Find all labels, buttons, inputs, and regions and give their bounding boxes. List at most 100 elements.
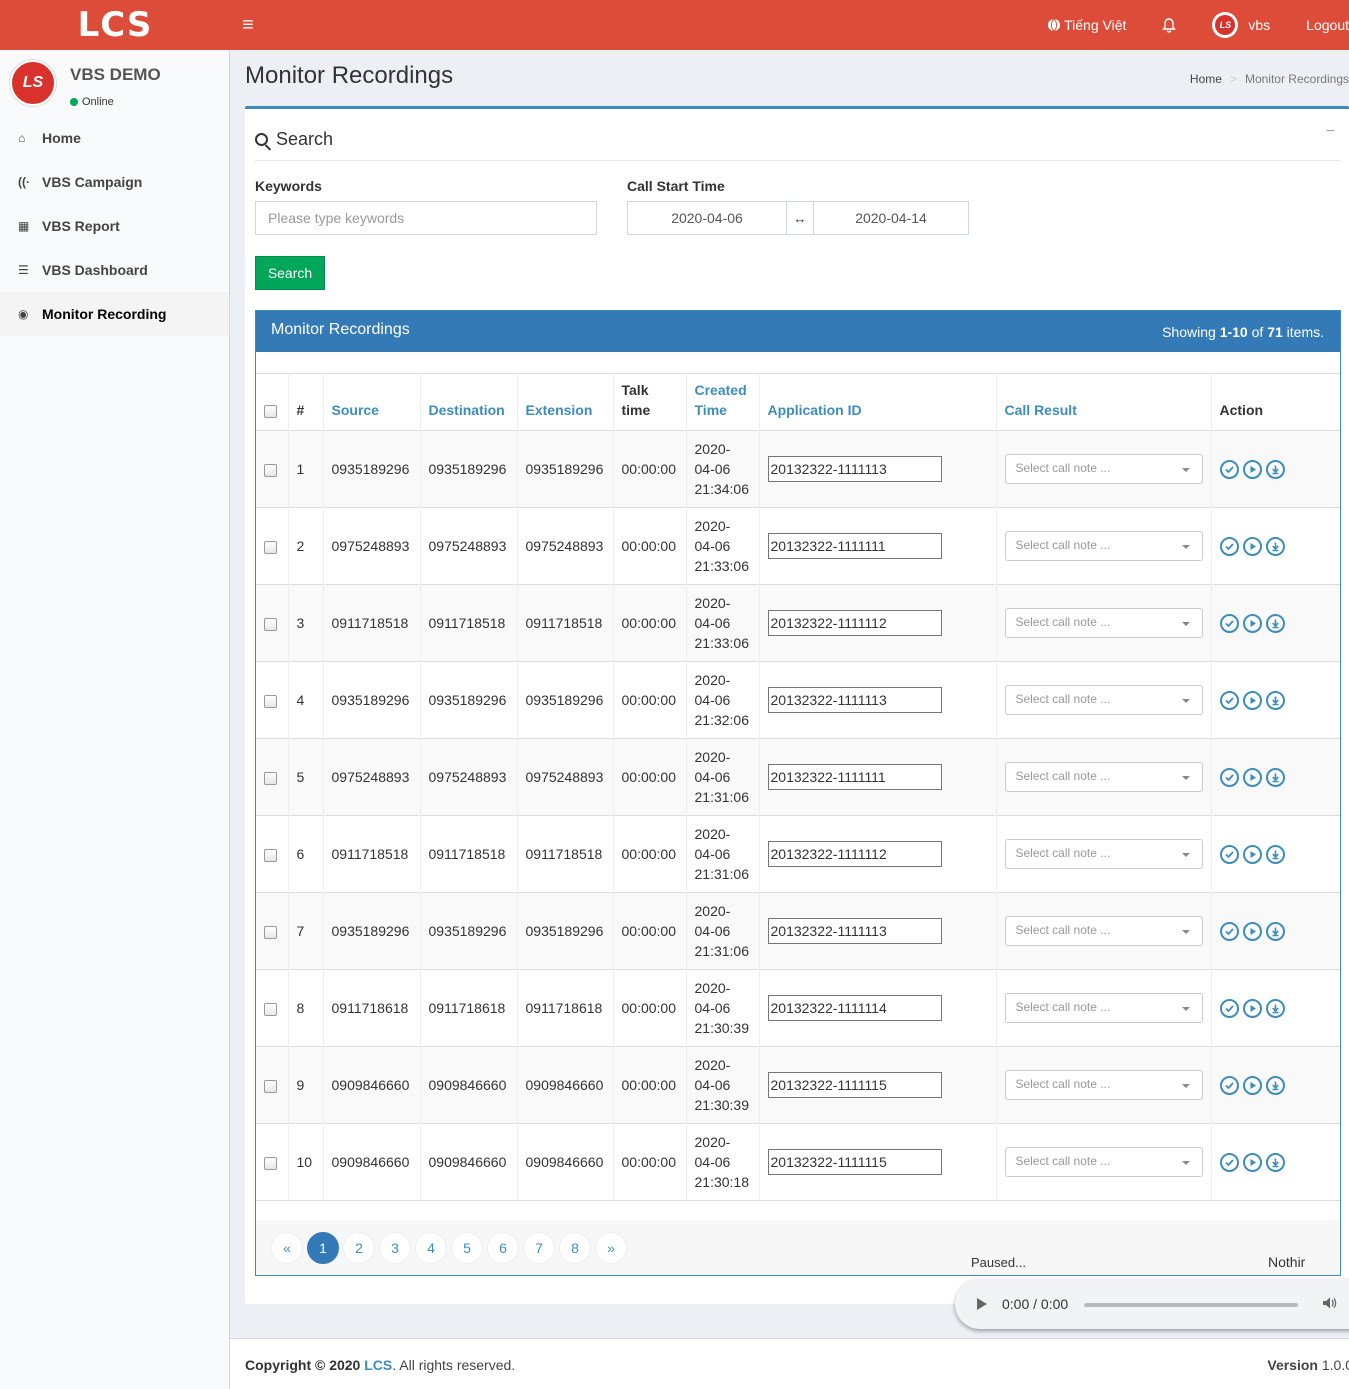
- keywords-input[interactable]: [255, 201, 597, 235]
- volume-icon[interactable]: [1321, 1295, 1337, 1311]
- play-circle-icon[interactable]: [1242, 1075, 1262, 1095]
- check-circle-icon[interactable]: [1219, 998, 1239, 1018]
- application-id-input[interactable]: [767, 764, 942, 790]
- download-circle-icon[interactable]: [1265, 613, 1285, 633]
- col-extension[interactable]: Extension: [516, 373, 613, 431]
- col-application-id[interactable]: Application ID: [758, 373, 996, 431]
- check-circle-icon[interactable]: [1219, 767, 1239, 787]
- play-circle-icon[interactable]: [1242, 921, 1262, 941]
- notifications-button[interactable]: [1144, 0, 1194, 50]
- row-checkbox[interactable]: [264, 694, 277, 708]
- search-button[interactable]: Search: [255, 256, 325, 290]
- check-circle-icon[interactable]: [1219, 613, 1239, 633]
- page-button[interactable]: 3: [379, 1232, 411, 1264]
- page-button[interactable]: 6: [487, 1232, 519, 1264]
- sidebar-item-monitor-recording[interactable]: ◉ Monitor Recording: [0, 292, 229, 336]
- application-id-input[interactable]: [767, 995, 942, 1021]
- caret-down-icon: [1181, 930, 1190, 934]
- play-icon[interactable]: [977, 1298, 987, 1310]
- play-circle-icon[interactable]: [1242, 613, 1262, 633]
- check-circle-icon[interactable]: [1219, 690, 1239, 710]
- player-progress[interactable]: [1084, 1303, 1298, 1307]
- call-note-select[interactable]: Select call note ...: [1004, 762, 1203, 792]
- col-created-time[interactable]: Created Time: [685, 373, 759, 431]
- row-checkbox[interactable]: [264, 1079, 277, 1093]
- menu-toggle-icon[interactable]: ≡: [242, 14, 254, 37]
- call-note-select[interactable]: Select call note ...: [1004, 1147, 1203, 1177]
- col-call-result[interactable]: Call Result: [995, 373, 1211, 431]
- user-menu[interactable]: LS vbs: [1194, 0, 1288, 50]
- language-switcher[interactable]: Tiếng Việt: [1030, 0, 1144, 50]
- breadcrumb-home[interactable]: Home: [1190, 72, 1222, 86]
- check-circle-icon[interactable]: [1219, 1152, 1239, 1172]
- row-checkbox[interactable]: [264, 540, 277, 554]
- play-circle-icon[interactable]: [1242, 998, 1262, 1018]
- call-note-select[interactable]: Select call note ...: [1004, 531, 1203, 561]
- application-id-input[interactable]: [767, 1149, 942, 1175]
- call-note-select[interactable]: Select call note ...: [1004, 993, 1203, 1023]
- page-button[interactable]: »: [595, 1232, 627, 1264]
- check-circle-icon[interactable]: [1219, 1075, 1239, 1095]
- collapse-button[interactable]: −: [1326, 123, 1335, 141]
- row-checkbox[interactable]: [264, 1002, 277, 1016]
- page-button[interactable]: 4: [415, 1232, 447, 1264]
- page-button[interactable]: 8: [559, 1232, 591, 1264]
- row-checkbox[interactable]: [264, 771, 277, 785]
- select-all-checkbox[interactable]: [264, 404, 277, 418]
- application-id-input[interactable]: [767, 1072, 942, 1098]
- play-circle-icon[interactable]: [1242, 536, 1262, 556]
- col-destination[interactable]: Destination: [419, 373, 517, 431]
- call-note-select[interactable]: Select call note ...: [1004, 685, 1203, 715]
- call-note-select[interactable]: Select call note ...: [1004, 608, 1203, 638]
- sidebar-item-vbs-campaign[interactable]: ((· VBS Campaign: [0, 160, 229, 204]
- row-checkbox[interactable]: [264, 617, 277, 631]
- row-checkbox[interactable]: [264, 848, 277, 862]
- call-note-select[interactable]: Select call note ...: [1004, 1070, 1203, 1100]
- download-circle-icon[interactable]: [1265, 844, 1285, 864]
- row-checkbox[interactable]: [264, 463, 277, 477]
- call-note-select[interactable]: Select call note ...: [1004, 454, 1203, 484]
- play-circle-icon[interactable]: [1242, 459, 1262, 479]
- download-circle-icon[interactable]: [1265, 1152, 1285, 1172]
- row-checkbox[interactable]: [264, 925, 277, 939]
- play-circle-icon[interactable]: [1242, 844, 1262, 864]
- application-id-input[interactable]: [767, 687, 942, 713]
- col-source[interactable]: Source: [322, 373, 420, 431]
- play-circle-icon[interactable]: [1242, 690, 1262, 710]
- footer-brand-link[interactable]: LCS: [364, 1357, 392, 1373]
- play-circle-icon[interactable]: [1242, 767, 1262, 787]
- download-circle-icon[interactable]: [1265, 459, 1285, 479]
- sidebar-item-vbs-report[interactable]: ▦ VBS Report: [0, 204, 229, 248]
- check-circle-icon[interactable]: [1219, 536, 1239, 556]
- play-circle-icon[interactable]: [1242, 1152, 1262, 1172]
- sidebar-item-vbs-dashboard[interactable]: ☰ VBS Dashboard: [0, 248, 229, 292]
- page-button[interactable]: «: [271, 1232, 303, 1264]
- check-circle-icon[interactable]: [1219, 459, 1239, 479]
- logo[interactable]: LCS: [0, 0, 230, 50]
- check-circle-icon[interactable]: [1219, 844, 1239, 864]
- download-circle-icon[interactable]: [1265, 1075, 1285, 1095]
- sidebar-item-home[interactable]: ⌂ Home: [0, 116, 229, 160]
- application-id-input[interactable]: [767, 456, 942, 482]
- check-circle-icon[interactable]: [1219, 921, 1239, 941]
- row-source: 0935189296: [322, 661, 420, 739]
- page-button[interactable]: 5: [451, 1232, 483, 1264]
- date-to-input[interactable]: [813, 201, 969, 235]
- row-checkbox[interactable]: [264, 1156, 277, 1170]
- download-circle-icon[interactable]: [1265, 767, 1285, 787]
- logout-button[interactable]: Logout: [1288, 0, 1349, 50]
- page-button[interactable]: 2: [343, 1232, 375, 1264]
- download-circle-icon[interactable]: [1265, 690, 1285, 710]
- call-note-select[interactable]: Select call note ...: [1004, 839, 1203, 869]
- page-button[interactable]: 1: [307, 1232, 339, 1264]
- download-circle-icon[interactable]: [1265, 921, 1285, 941]
- date-from-input[interactable]: [627, 201, 787, 235]
- application-id-input[interactable]: [767, 533, 942, 559]
- download-circle-icon[interactable]: [1265, 536, 1285, 556]
- application-id-input[interactable]: [767, 841, 942, 867]
- application-id-input[interactable]: [767, 918, 942, 944]
- application-id-input[interactable]: [767, 610, 942, 636]
- page-button[interactable]: 7: [523, 1232, 555, 1264]
- download-circle-icon[interactable]: [1265, 998, 1285, 1018]
- call-note-select[interactable]: Select call note ...: [1004, 916, 1203, 946]
